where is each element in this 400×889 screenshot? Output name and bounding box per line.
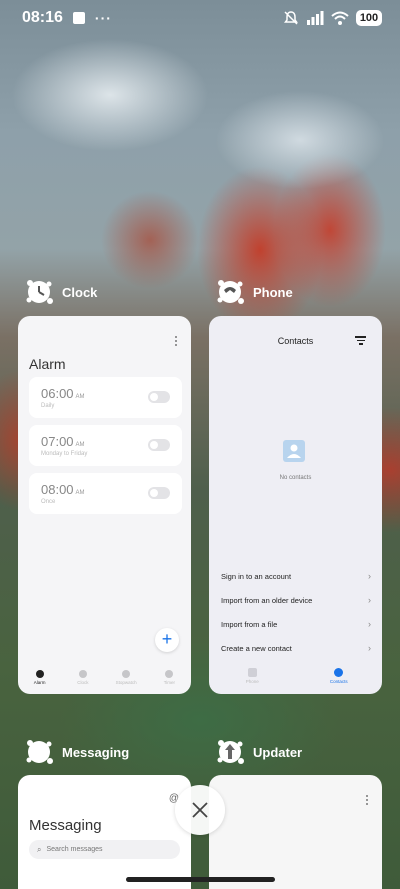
search-messages-input[interactable]: ⌕ Search messages	[29, 840, 180, 859]
timer-icon	[165, 669, 174, 678]
alarm-ampm: AM	[75, 490, 85, 496]
create-contact-action[interactable]: Create a new contact ›	[221, 639, 371, 657]
silent-bell-icon	[284, 11, 298, 25]
nav-phone[interactable]: Phone	[227, 668, 277, 690]
alarm-time: 07:00	[41, 434, 74, 449]
alarm-time: 06:00	[41, 386, 74, 401]
clock-app-icon	[26, 280, 53, 304]
nav-clock[interactable]: Clock	[63, 669, 103, 685]
alarm-toggle[interactable]	[148, 439, 170, 451]
alarm-repeat: Monday to Friday	[41, 451, 88, 457]
nav-contacts[interactable]: Contacts	[314, 668, 364, 690]
contacts-icon	[334, 668, 344, 677]
alarm-toggle[interactable]	[148, 487, 170, 499]
nav-stopwatch[interactable]: Stopwatch	[106, 669, 146, 685]
messaging-app-icon	[26, 740, 53, 764]
messaging-app-card[interactable]: @ Messaging ⌕ Search messages	[18, 775, 191, 889]
dialpad-icon	[247, 668, 257, 677]
chevron-right-icon: ›	[368, 595, 371, 605]
status-bar: 08:16 ··· 100	[0, 0, 400, 36]
wifi-icon	[331, 11, 349, 25]
close-icon	[192, 802, 208, 818]
alarm-ampm: AM	[75, 442, 85, 448]
app-label-messaging[interactable]: Messaging	[24, 737, 129, 767]
chevron-right-icon: ›	[368, 619, 371, 629]
alarm-item[interactable]: 06:00 AM Daily	[29, 377, 182, 418]
alarm-time: 08:00	[41, 482, 74, 497]
app-label-updater[interactable]: Updater	[215, 737, 302, 767]
alarm-repeat: Daily	[41, 403, 55, 409]
updater-app-card[interactable]	[209, 775, 382, 889]
more-notifications-icon: ···	[94, 10, 112, 26]
filter-icon[interactable]	[355, 336, 366, 345]
action-label: Import from a file	[221, 619, 278, 629]
app-name: Phone	[253, 284, 293, 300]
nav-label: Alarm	[33, 679, 46, 685]
notification-icon	[72, 12, 85, 24]
battery-icon: 100	[356, 10, 382, 26]
clock-app-card[interactable]: Alarm 06:00 AM Daily 07:00 AM Monday to Fr…	[18, 316, 191, 694]
alarm-repeat: Once	[41, 499, 56, 505]
alarm-title: Alarm	[29, 356, 66, 372]
alarm-ampm: AM	[75, 394, 85, 400]
chevron-right-icon: ›	[368, 571, 371, 581]
alarm-icon	[35, 669, 44, 678]
import-file-action[interactable]: Import from a file ›	[221, 615, 371, 633]
status-time: 08:16	[22, 9, 63, 26]
nav-label: Clock	[77, 679, 89, 685]
nav-label: Stopwatch	[115, 679, 137, 685]
app-name: Clock	[62, 284, 98, 300]
no-contacts-text: No contacts	[279, 475, 312, 481]
clock-bottom-nav: Alarm Clock Stopwatch Timer	[18, 664, 191, 690]
chevron-right-icon: ›	[368, 643, 371, 653]
updater-app-icon	[217, 740, 244, 764]
alarm-item[interactable]: 07:00 AM Monday to Friday	[29, 425, 182, 466]
empty-contact-icon	[283, 440, 305, 462]
action-label: Sign in to an account	[221, 571, 292, 581]
nav-label: Phone	[245, 679, 259, 684]
phone-bottom-nav: Phone Contacts	[209, 668, 382, 690]
app-name: Messaging	[62, 744, 130, 760]
more-options-icon[interactable]	[366, 793, 370, 807]
alarm-item[interactable]: 08:00 AM Once	[29, 473, 182, 514]
more-options-icon[interactable]	[175, 334, 179, 348]
action-label: Create a new contact	[221, 643, 292, 653]
clock-icon	[78, 669, 87, 678]
app-label-phone[interactable]: Phone	[215, 277, 293, 307]
nav-label: Timer	[163, 679, 176, 685]
phone-app-card[interactable]: Contacts No contacts Sign in to an accou…	[209, 316, 382, 694]
search-icon: ⌕	[37, 844, 42, 854]
nav-alarm[interactable]: Alarm	[20, 669, 60, 685]
sign-in-account-action[interactable]: Sign in to an account ›	[221, 567, 371, 585]
stopwatch-icon	[122, 669, 131, 678]
nav-timer[interactable]: Timer	[149, 669, 189, 685]
app-label-clock[interactable]: Clock	[24, 277, 97, 307]
add-alarm-button[interactable]: +	[155, 628, 179, 652]
phone-app-icon	[217, 280, 244, 304]
app-name: Updater	[253, 744, 303, 760]
clear-all-button[interactable]	[175, 785, 225, 835]
signal-icon	[307, 11, 324, 25]
nav-label: Contacts	[329, 679, 348, 684]
action-label: Import from an older device	[221, 595, 313, 605]
alarm-toggle[interactable]	[148, 391, 170, 403]
home-indicator[interactable]	[126, 877, 275, 882]
search-placeholder: Search messages	[46, 846, 103, 853]
messaging-title: Messaging	[29, 817, 102, 834]
import-older-device-action[interactable]: Import from an older device ›	[221, 591, 371, 609]
